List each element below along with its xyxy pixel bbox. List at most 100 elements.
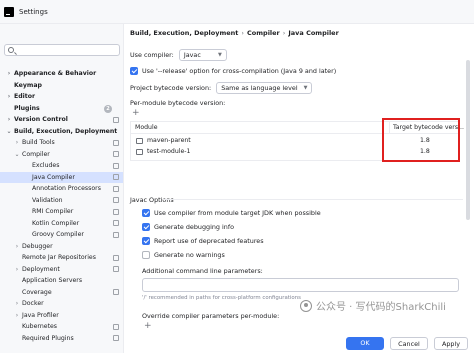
breadcrumb-separator: › [282, 29, 286, 37]
sidebar-item-label: Build Tools [22, 139, 55, 146]
project-scope-icon [113, 185, 119, 192]
option-checkbox[interactable] [142, 251, 150, 259]
sidebar-item[interactable]: › Debugger [0, 241, 123, 253]
chevron-right-icon[interactable]: › [14, 264, 20, 276]
option-label: Generate no warnings [154, 251, 225, 259]
additional-params-hint: '/' recommended in paths for cross-platf… [142, 295, 301, 301]
chevron-right-icon[interactable]: › [14, 137, 20, 149]
bytecode-version-label: Project bytecode version: [130, 84, 212, 92]
per-module-bytecode-label: Per-module bytecode version: [130, 99, 226, 107]
sidebar-item-label: Validation [32, 196, 63, 204]
chevron-right-icon[interactable]: › [6, 68, 12, 80]
sidebar-item[interactable]: › Version Control [0, 114, 123, 126]
sidebar-item-label: Docker [22, 300, 44, 307]
sidebar-item[interactable]: › Appearance & Behavior [0, 68, 123, 80]
module-name: test-module-1 [147, 148, 191, 155]
sidebar-item[interactable]: ⌄ Compiler [0, 149, 123, 161]
bytecode-version-row: Project bytecode version: Same as langua… [130, 82, 313, 94]
project-scope-icon [113, 151, 119, 157]
watermark-text: 公众号 · 写代码的SharkChili [316, 302, 446, 313]
sidebar-item-label: Plugins [14, 104, 40, 112]
chevron-right-icon[interactable]: › [14, 241, 20, 253]
breadcrumb-item: Java Compiler [288, 29, 339, 37]
sidebar-item[interactable]: Excludes [0, 160, 123, 172]
option-checkbox[interactable] [142, 237, 150, 245]
breadcrumb-separator: › [241, 29, 245, 37]
sidebar-item[interactable]: Required Plugins [0, 333, 123, 345]
cancel-button[interactable]: Cancel [390, 337, 428, 350]
project-scope-icon [113, 197, 119, 203]
chevron-right-icon[interactable]: › [14, 310, 20, 322]
chevron-right-icon[interactable]: › [14, 298, 20, 310]
chevron-down-icon[interactable]: ⌄ [6, 126, 12, 138]
sidebar-item[interactable]: Java Compiler [0, 171, 123, 183]
project-scope-icon [113, 323, 119, 330]
breadcrumb-item[interactable]: Build, Execution, Deployment [130, 29, 238, 37]
additional-params-label: Additional command line parameters: [142, 267, 263, 275]
project-scope-icon [113, 231, 119, 238]
sidebar-item[interactable]: Kubernetes [0, 321, 123, 333]
chevron-down-icon: ▼ [303, 85, 308, 91]
sidebar-item[interactable]: Validation [0, 195, 123, 207]
javac-option-row[interactable]: Generate no warnings [142, 251, 225, 259]
sidebar-item-label: Editor [14, 93, 36, 100]
sidebar-item[interactable]: › Deployment [0, 264, 123, 276]
javac-option-row[interactable]: Report use of deprecated features [142, 237, 264, 245]
sidebar-item-label: Java Compiler [32, 173, 75, 181]
sidebar-item[interactable]: Keymap [0, 80, 123, 92]
project-scope-icon [113, 254, 119, 261]
sidebar-item[interactable]: Application Servers [0, 275, 123, 287]
sidebar-item[interactable]: Plugins 2 [0, 103, 123, 115]
column-header-module[interactable]: Module [135, 122, 158, 134]
settings-search-input[interactable] [4, 44, 120, 56]
sidebar-item[interactable]: › Java Profiler [0, 310, 123, 322]
search-icon [8, 47, 14, 53]
sidebar-item[interactable]: › Build Tools [0, 137, 123, 149]
release-option-label: Use '--release' option for cross-compila… [142, 67, 337, 75]
sidebar-item-label: Appearance & Behavior [14, 70, 97, 77]
javac-options-title: Javac Options [130, 196, 174, 204]
ok-button[interactable]: OK [346, 337, 384, 350]
sidebar-item[interactable]: Kotlin Compiler [0, 218, 123, 230]
sidebar-item[interactable]: RMI Compiler [0, 206, 123, 218]
sidebar-item-label: Kotlin Compiler [32, 219, 80, 227]
window-title: Settings [19, 7, 48, 16]
option-checkbox[interactable] [142, 209, 150, 217]
sidebar-item[interactable]: Coverage [0, 287, 123, 299]
apply-button[interactable]: Apply [434, 337, 468, 350]
use-compiler-select[interactable]: Javac ▼ [178, 49, 227, 61]
project-scope-icon [113, 289, 119, 295]
sidebar-item-label: Compiler [22, 150, 50, 158]
add-module-icon[interactable]: + [132, 108, 140, 118]
content-scrollbar[interactable] [466, 60, 470, 220]
sidebar-item[interactable]: Annotation Processors [0, 183, 123, 195]
sidebar-item[interactable]: Groovy Compiler [0, 229, 123, 241]
javac-option-row[interactable]: Generate debugging info [142, 223, 234, 231]
use-compiler-value: Javac [183, 51, 201, 59]
chevron-right-icon[interactable]: › [6, 91, 12, 103]
module-name: maven-parent [147, 137, 191, 144]
sidebar-item[interactable]: Remote Jar Repositories [0, 252, 123, 264]
sidebar-item-label: Groovy Compiler [32, 231, 84, 238]
section-divider [163, 199, 463, 200]
project-scope-icon [113, 335, 119, 341]
watermark: 公众号 · 写代码的SharkChili [300, 298, 446, 313]
add-override-icon[interactable]: + [144, 321, 152, 331]
sidebar-item[interactable]: › Docker [0, 298, 123, 310]
javac-option-row[interactable]: Use compiler from module target JDK when… [142, 209, 321, 217]
breadcrumb: Build, Execution, Deployment › Compiler › Ja… [130, 29, 339, 37]
bytecode-version-select[interactable]: Same as language level ▼ [216, 82, 313, 94]
sidebar-item[interactable]: › Editor [0, 91, 123, 103]
settings-tree: › Appearance & Behavior Keymap › Editor Plugi… [0, 68, 123, 345]
sidebar-item-label: Coverage [22, 288, 52, 296]
release-option-checkbox[interactable] [130, 67, 138, 75]
sidebar-item-label: Excludes [32, 162, 60, 169]
chevron-right-icon[interactable]: › [6, 114, 12, 126]
sidebar-item-label: Annotation Processors [32, 185, 101, 192]
sidebar-item[interactable]: ⌄ Build, Execution, Deployment [0, 126, 123, 138]
additional-params-input[interactable] [142, 278, 459, 292]
release-option-row[interactable]: Use '--release' option for cross-compila… [130, 67, 336, 75]
option-checkbox[interactable] [142, 223, 150, 231]
chevron-down-icon[interactable]: ⌄ [14, 149, 20, 161]
breadcrumb-item[interactable]: Compiler [247, 29, 280, 37]
